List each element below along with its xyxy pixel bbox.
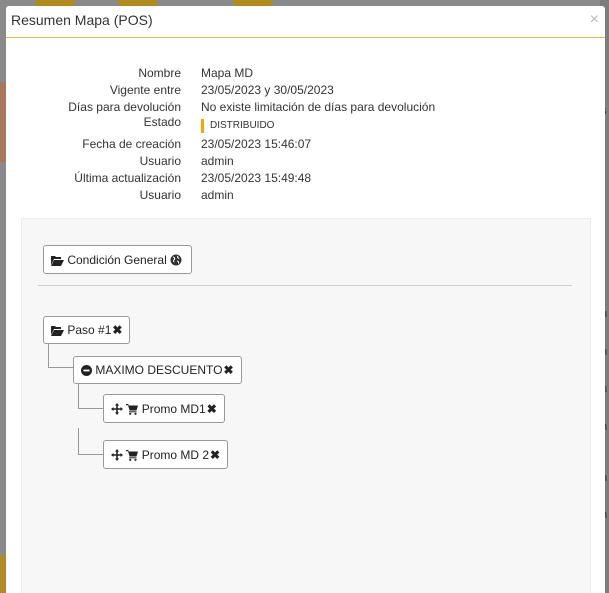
- group-label: MAXIMO DESCUENTO: [95, 363, 223, 377]
- detail-row-name: Nombre Mapa MD: [6, 66, 605, 83]
- detail-value: admin: [201, 188, 234, 202]
- promo-node[interactable]: Promo MD1✖: [103, 394, 225, 423]
- folder-open-icon: [51, 253, 67, 267]
- detail-label: Usuario: [139, 188, 181, 202]
- folder-open-icon: [51, 323, 67, 337]
- detail-value: No existe limitación de días para devolu…: [201, 100, 436, 114]
- detail-row-created: Fecha de creación 23/05/2023 15:46:07: [6, 137, 605, 154]
- conditions-tree: Condición General Paso #1✖ MAXIMO DESCUE…: [21, 218, 591, 593]
- detail-label: Nombre: [138, 66, 181, 80]
- detail-value: Mapa MD: [201, 66, 254, 80]
- modal-title: Resumen Mapa (POS): [11, 12, 153, 28]
- promo-label: Promo MD 2: [141, 448, 210, 462]
- promo-node[interactable]: Promo MD 2✖: [103, 440, 229, 469]
- cart-icon: [126, 402, 141, 416]
- promo-label: Promo MD1: [141, 402, 206, 416]
- minus-circle-icon: [81, 363, 95, 377]
- remove-icon[interactable]: ✖: [210, 448, 220, 462]
- close-icon[interactable]: ×: [590, 11, 599, 29]
- group-node[interactable]: MAXIMO DESCUENTO✖: [73, 356, 242, 384]
- status-badge-wrap: DISTRIBUIDO: [201, 117, 274, 133]
- detail-label: Vigente entre: [109, 83, 181, 97]
- remove-icon[interactable]: ✖: [207, 402, 217, 416]
- detail-label: Usuario: [139, 154, 181, 168]
- detail-row-updated-user: Usuario admin: [6, 188, 605, 205]
- detail-row-return-days: Días para devolución No existe limitació…: [6, 100, 605, 117]
- detail-row-validity: Vigente entre 23/05/2023 y 30/05/2023: [6, 83, 605, 100]
- detail-value: 23/05/2023 15:46:07: [201, 137, 312, 151]
- step-node[interactable]: Paso #1✖: [43, 316, 131, 344]
- detail-row-status: Estado DISTRIBUIDO: [6, 115, 605, 137]
- step-label: Paso #1: [67, 323, 112, 337]
- detail-value: 23/05/2023 15:49:48: [201, 171, 312, 185]
- remove-icon[interactable]: ✖: [223, 363, 233, 377]
- remove-icon[interactable]: ✖: [112, 323, 122, 337]
- status-badge: DISTRIBUIDO: [201, 119, 274, 133]
- detail-label: Días para devolución: [68, 100, 181, 114]
- cart-icon: [126, 448, 141, 462]
- general-condition-node[interactable]: Condición General: [43, 245, 193, 274]
- modal-header: Resumen Mapa (POS) ×: [6, 6, 605, 38]
- summary-modal: Resumen Mapa (POS) × Nombre Mapa MD Vige…: [6, 6, 605, 593]
- move-icon[interactable]: [111, 402, 126, 416]
- detail-row-created-user: Usuario admin: [6, 154, 605, 171]
- map-details: Nombre Mapa MD Vigente entre 23/05/2023 …: [6, 66, 605, 205]
- detail-label: Estado: [143, 115, 181, 129]
- move-icon[interactable]: [111, 448, 126, 462]
- general-condition-label: Condición General: [67, 253, 167, 267]
- globe-icon: [170, 253, 182, 267]
- detail-row-updated: Última actualización 23/05/2023 15:49:48: [6, 171, 605, 188]
- divider: [38, 285, 572, 286]
- detail-value: admin: [201, 154, 234, 168]
- detail-value: 23/05/2023 y 30/05/2023: [201, 83, 334, 97]
- detail-label: Fecha de creación: [82, 137, 181, 151]
- detail-label: Última actualización: [74, 171, 181, 185]
